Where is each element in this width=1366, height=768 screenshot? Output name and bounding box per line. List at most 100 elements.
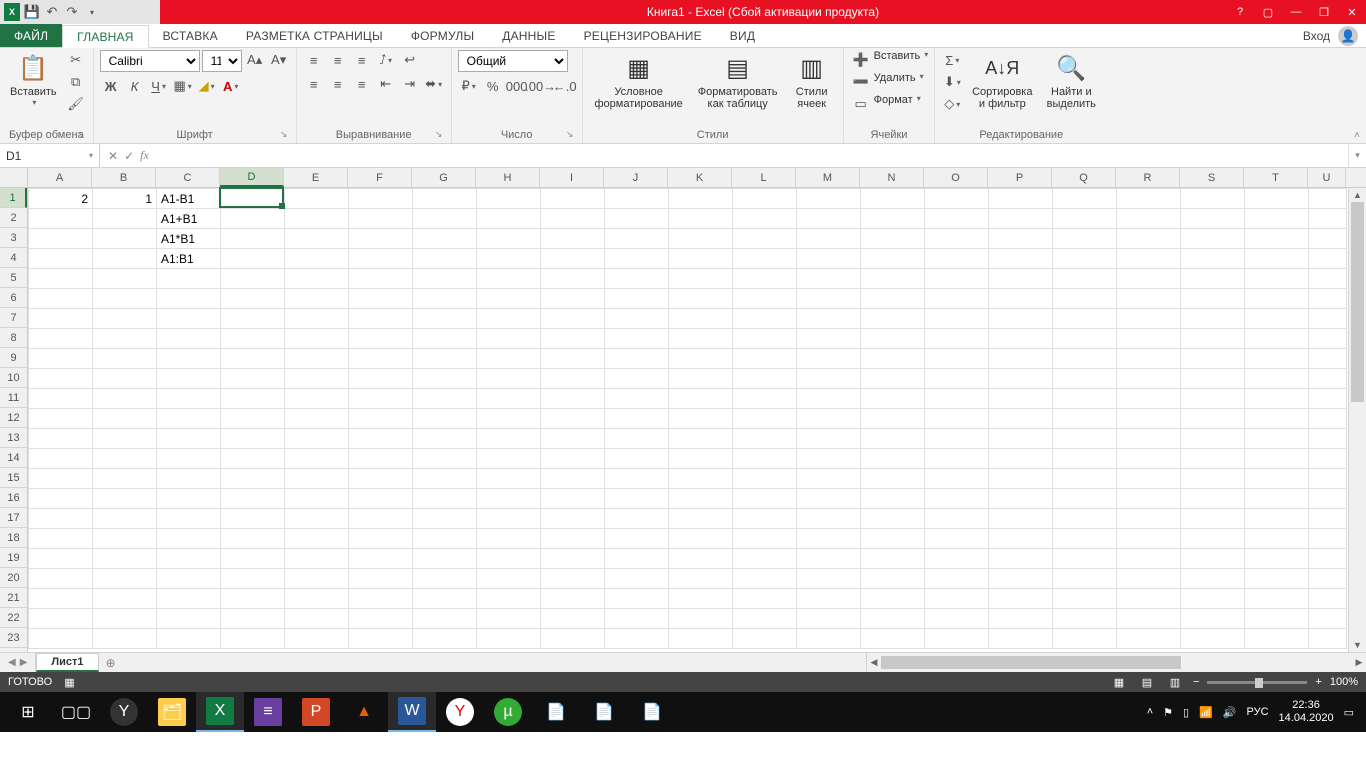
task-view-icon[interactable]: ▢▢ xyxy=(52,692,100,732)
cell[interactable] xyxy=(413,289,477,309)
taskbar-app-utorrent[interactable]: µ xyxy=(484,692,532,732)
avatar-icon[interactable]: 👤 xyxy=(1338,26,1358,46)
cell[interactable] xyxy=(1181,509,1245,529)
tab-file[interactable]: ФАЙЛ xyxy=(0,24,62,47)
cell[interactable] xyxy=(477,229,541,249)
cell[interactable] xyxy=(733,529,797,549)
cell[interactable] xyxy=(1053,269,1117,289)
cell[interactable] xyxy=(93,629,157,649)
cell[interactable] xyxy=(29,529,93,549)
cell[interactable] xyxy=(669,289,733,309)
cell[interactable] xyxy=(1245,369,1309,389)
cell[interactable] xyxy=(157,369,221,389)
column-header[interactable]: J xyxy=(604,168,668,187)
cell[interactable] xyxy=(861,189,925,209)
formula-input[interactable] xyxy=(157,144,1348,167)
cell[interactable] xyxy=(1181,429,1245,449)
cell[interactable] xyxy=(861,289,925,309)
cell[interactable] xyxy=(1309,269,1347,289)
cell[interactable] xyxy=(221,289,285,309)
cell[interactable] xyxy=(1181,289,1245,309)
column-header[interactable]: L xyxy=(732,168,796,187)
taskbar-app-excel[interactable]: X xyxy=(196,692,244,732)
cell[interactable] xyxy=(413,569,477,589)
cell[interactable] xyxy=(1181,469,1245,489)
cell[interactable] xyxy=(1309,309,1347,329)
cell[interactable] xyxy=(1181,549,1245,569)
cell[interactable] xyxy=(605,549,669,569)
cell[interactable] xyxy=(989,529,1053,549)
cell[interactable] xyxy=(861,409,925,429)
cell[interactable] xyxy=(1181,229,1245,249)
cell[interactable] xyxy=(1309,249,1347,269)
tray-notifications-icon[interactable]: ▭ xyxy=(1344,706,1354,719)
cell[interactable] xyxy=(221,529,285,549)
cell[interactable] xyxy=(1309,629,1347,649)
cell[interactable] xyxy=(93,449,157,469)
taskbar-app-explorer[interactable]: 🗂 xyxy=(148,692,196,732)
cell[interactable] xyxy=(925,389,989,409)
cell[interactable] xyxy=(1053,289,1117,309)
sort-filter-button[interactable]: А↓Я Сортировка и фильтр xyxy=(967,50,1037,112)
tray-security-icon[interactable]: ⚑ xyxy=(1163,706,1173,719)
cell[interactable] xyxy=(925,409,989,429)
column-header[interactable]: P xyxy=(988,168,1052,187)
cell[interactable] xyxy=(541,349,605,369)
column-header[interactable]: B xyxy=(92,168,156,187)
cell[interactable] xyxy=(221,629,285,649)
cell[interactable] xyxy=(1053,509,1117,529)
cell[interactable] xyxy=(541,429,605,449)
undo-icon[interactable]: ↶ xyxy=(44,4,60,20)
sheet-tab[interactable]: Лист1 xyxy=(36,653,98,672)
row-header[interactable]: 20 xyxy=(0,568,27,588)
cell[interactable] xyxy=(1117,289,1181,309)
cell[interactable] xyxy=(1053,449,1117,469)
cell[interactable] xyxy=(221,469,285,489)
cell[interactable] xyxy=(285,269,349,289)
cell[interactable] xyxy=(669,589,733,609)
cell[interactable] xyxy=(861,329,925,349)
cell[interactable] xyxy=(477,469,541,489)
cell[interactable] xyxy=(29,549,93,569)
column-header[interactable]: M xyxy=(796,168,860,187)
collapse-ribbon-icon[interactable]: ˄ xyxy=(1354,130,1360,141)
cell[interactable] xyxy=(1181,629,1245,649)
cell[interactable] xyxy=(925,529,989,549)
increase-font-icon[interactable]: A▴ xyxy=(244,50,266,70)
fill-icon[interactable]: ⬇▾ xyxy=(941,72,963,92)
tab-view[interactable]: ВИД xyxy=(716,24,769,47)
cell[interactable] xyxy=(157,269,221,289)
cell[interactable] xyxy=(1181,329,1245,349)
cell[interactable] xyxy=(93,229,157,249)
cell[interactable] xyxy=(349,549,413,569)
cell[interactable] xyxy=(797,189,861,209)
cell[interactable] xyxy=(93,569,157,589)
column-header[interactable]: O xyxy=(924,168,988,187)
cell[interactable] xyxy=(285,309,349,329)
cell[interactable] xyxy=(1181,309,1245,329)
cell[interactable] xyxy=(605,289,669,309)
orientation-icon[interactable]: ⭜▾ xyxy=(375,50,397,70)
column-header[interactable]: E xyxy=(284,168,348,187)
cell[interactable] xyxy=(1053,609,1117,629)
decrease-font-icon[interactable]: A▾ xyxy=(268,50,290,70)
cells-area[interactable]: 21A1-B1A1+B1A1*B1A1:B1 xyxy=(28,188,1366,652)
cell[interactable] xyxy=(1181,189,1245,209)
row-header[interactable]: 18 xyxy=(0,528,27,548)
cell[interactable] xyxy=(1245,349,1309,369)
cell[interactable] xyxy=(1181,389,1245,409)
cell[interactable] xyxy=(413,549,477,569)
cell[interactable] xyxy=(989,449,1053,469)
row-header[interactable]: 12 xyxy=(0,408,27,428)
cell[interactable] xyxy=(861,509,925,529)
cell[interactable] xyxy=(349,629,413,649)
cell[interactable] xyxy=(285,389,349,409)
merge-icon[interactable]: ⬌▾ xyxy=(423,74,445,94)
cell[interactable] xyxy=(93,269,157,289)
cell[interactable] xyxy=(605,269,669,289)
cell[interactable] xyxy=(221,249,285,269)
qat-customize-icon[interactable]: ▾ xyxy=(84,4,100,20)
restore-icon[interactable]: ❐ xyxy=(1310,0,1338,24)
cell[interactable] xyxy=(1181,449,1245,469)
row-header[interactable]: 8 xyxy=(0,328,27,348)
